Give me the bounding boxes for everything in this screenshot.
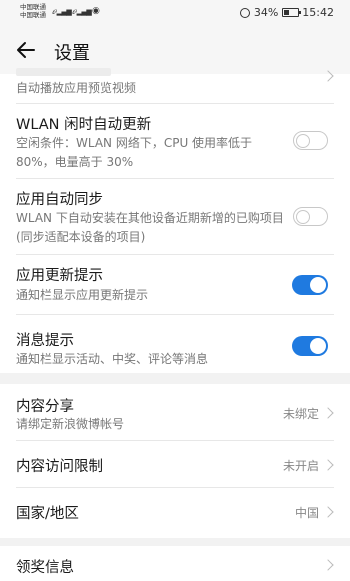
toggle-knob: [296, 209, 310, 224]
content-restriction-row[interactable]: 内容访问限制 未开启: [0, 441, 350, 486]
app-sync-label: 应用自动同步: [16, 192, 103, 208]
alarm-icon: [239, 7, 250, 18]
message-notice-row[interactable]: 消息提示 通知栏显示活动、中奖、评论等消息: [0, 315, 350, 373]
app-sync-toggle[interactable]: [293, 207, 328, 226]
toggle-knob: [296, 133, 310, 148]
status-right: 34% 15:42: [239, 6, 334, 19]
chevron-right-icon: [322, 407, 334, 419]
content-restriction-label: 内容访问限制: [16, 459, 103, 475]
content-share-value: 未绑定: [282, 407, 319, 421]
awards-row[interactable]: 领奖信息: [0, 546, 350, 581]
chevron-right-icon: [322, 559, 334, 571]
battery-percent: 34%: [253, 6, 279, 19]
content-restriction-value: 未开启: [282, 459, 319, 473]
autoplay-preview-subtitle: 自动播放应用预览视频: [16, 81, 137, 95]
settings-panel: 自动播放应用预览视频 WLAN 闲时自动更新 空闲条件：WLAN 网络下，CPU…: [0, 68, 350, 373]
awards-label: 领奖信息: [16, 560, 74, 576]
region-label: 国家/地区: [16, 506, 79, 522]
message-notice-subtitle: 通知栏显示活动、中奖、评论等消息: [16, 352, 209, 366]
wlan-update-toggle[interactable]: [293, 131, 328, 150]
chevron-right-icon: [322, 459, 334, 471]
signal-icon-2: ₄ᵍ▂▄▆: [72, 8, 92, 16]
chevron-right-icon: [322, 506, 334, 518]
message-notice-toggle[interactable]: [292, 336, 328, 356]
carrier-2: 中国联通: [20, 11, 46, 19]
toggle-knob: [310, 338, 326, 354]
content-share-label: 内容分享: [16, 399, 74, 415]
region-row[interactable]: 国家/地区 中国: [0, 488, 350, 538]
page-title: 设置: [54, 43, 90, 64]
header: 设置: [0, 26, 350, 74]
update-notice-label: 应用更新提示: [16, 268, 103, 284]
autoplay-preview-row[interactable]: 自动播放应用预览视频: [0, 68, 350, 103]
status-bar: 中国联通 中国联通 ₄ᵍ▂▄▆ ₄ᵍ▂▄▆ ◉ 34% 15:42: [0, 0, 350, 26]
clipped-label: [16, 68, 111, 76]
wlan-update-subtitle: 空闲条件：WLAN 网络下，CPU 使用率低于 80%，电量高于 30%: [16, 136, 253, 169]
update-notice-subtitle: 通知栏显示应用更新提示: [16, 288, 149, 302]
message-notice-label: 消息提示: [16, 333, 74, 349]
wifi-icon: ◉: [92, 6, 100, 16]
back-arrow-icon[interactable]: [14, 38, 38, 62]
awards-panel: 领奖信息: [0, 546, 350, 581]
update-notice-row[interactable]: 应用更新提示 通知栏显示应用更新提示: [0, 255, 350, 313]
content-panel: 内容分享 请绑定新浪微博帐号 未绑定 内容访问限制 未开启 国家/地区 中国: [0, 384, 350, 538]
app-sync-row[interactable]: 应用自动同步 WLAN 下自动安装在其他设备近期新增的已购项目 (同步适配本设备…: [0, 179, 350, 254]
wlan-update-label: WLAN 闲时自动更新: [16, 117, 152, 133]
region-value: 中国: [294, 506, 319, 520]
clock: 15:42: [302, 6, 334, 19]
content-share-subtitle: 请绑定新浪微博帐号: [16, 417, 125, 431]
carrier-1: 中国联通: [20, 3, 46, 11]
carrier-names: 中国联通 中国联通: [20, 3, 46, 19]
wlan-update-row[interactable]: WLAN 闲时自动更新 空闲条件：WLAN 网络下，CPU 使用率低于 80%，…: [0, 104, 350, 179]
signal-icon: ₄ᵍ▂▄▆: [52, 8, 72, 16]
content-share-row[interactable]: 内容分享 请绑定新浪微博帐号 未绑定: [0, 384, 350, 440]
update-notice-toggle[interactable]: [292, 275, 328, 295]
battery-icon: [282, 8, 302, 17]
toggle-knob: [310, 277, 326, 293]
app-sync-subtitle: WLAN 下自动安装在其他设备近期新增的已购项目 (同步适配本设备的项目): [16, 211, 284, 244]
